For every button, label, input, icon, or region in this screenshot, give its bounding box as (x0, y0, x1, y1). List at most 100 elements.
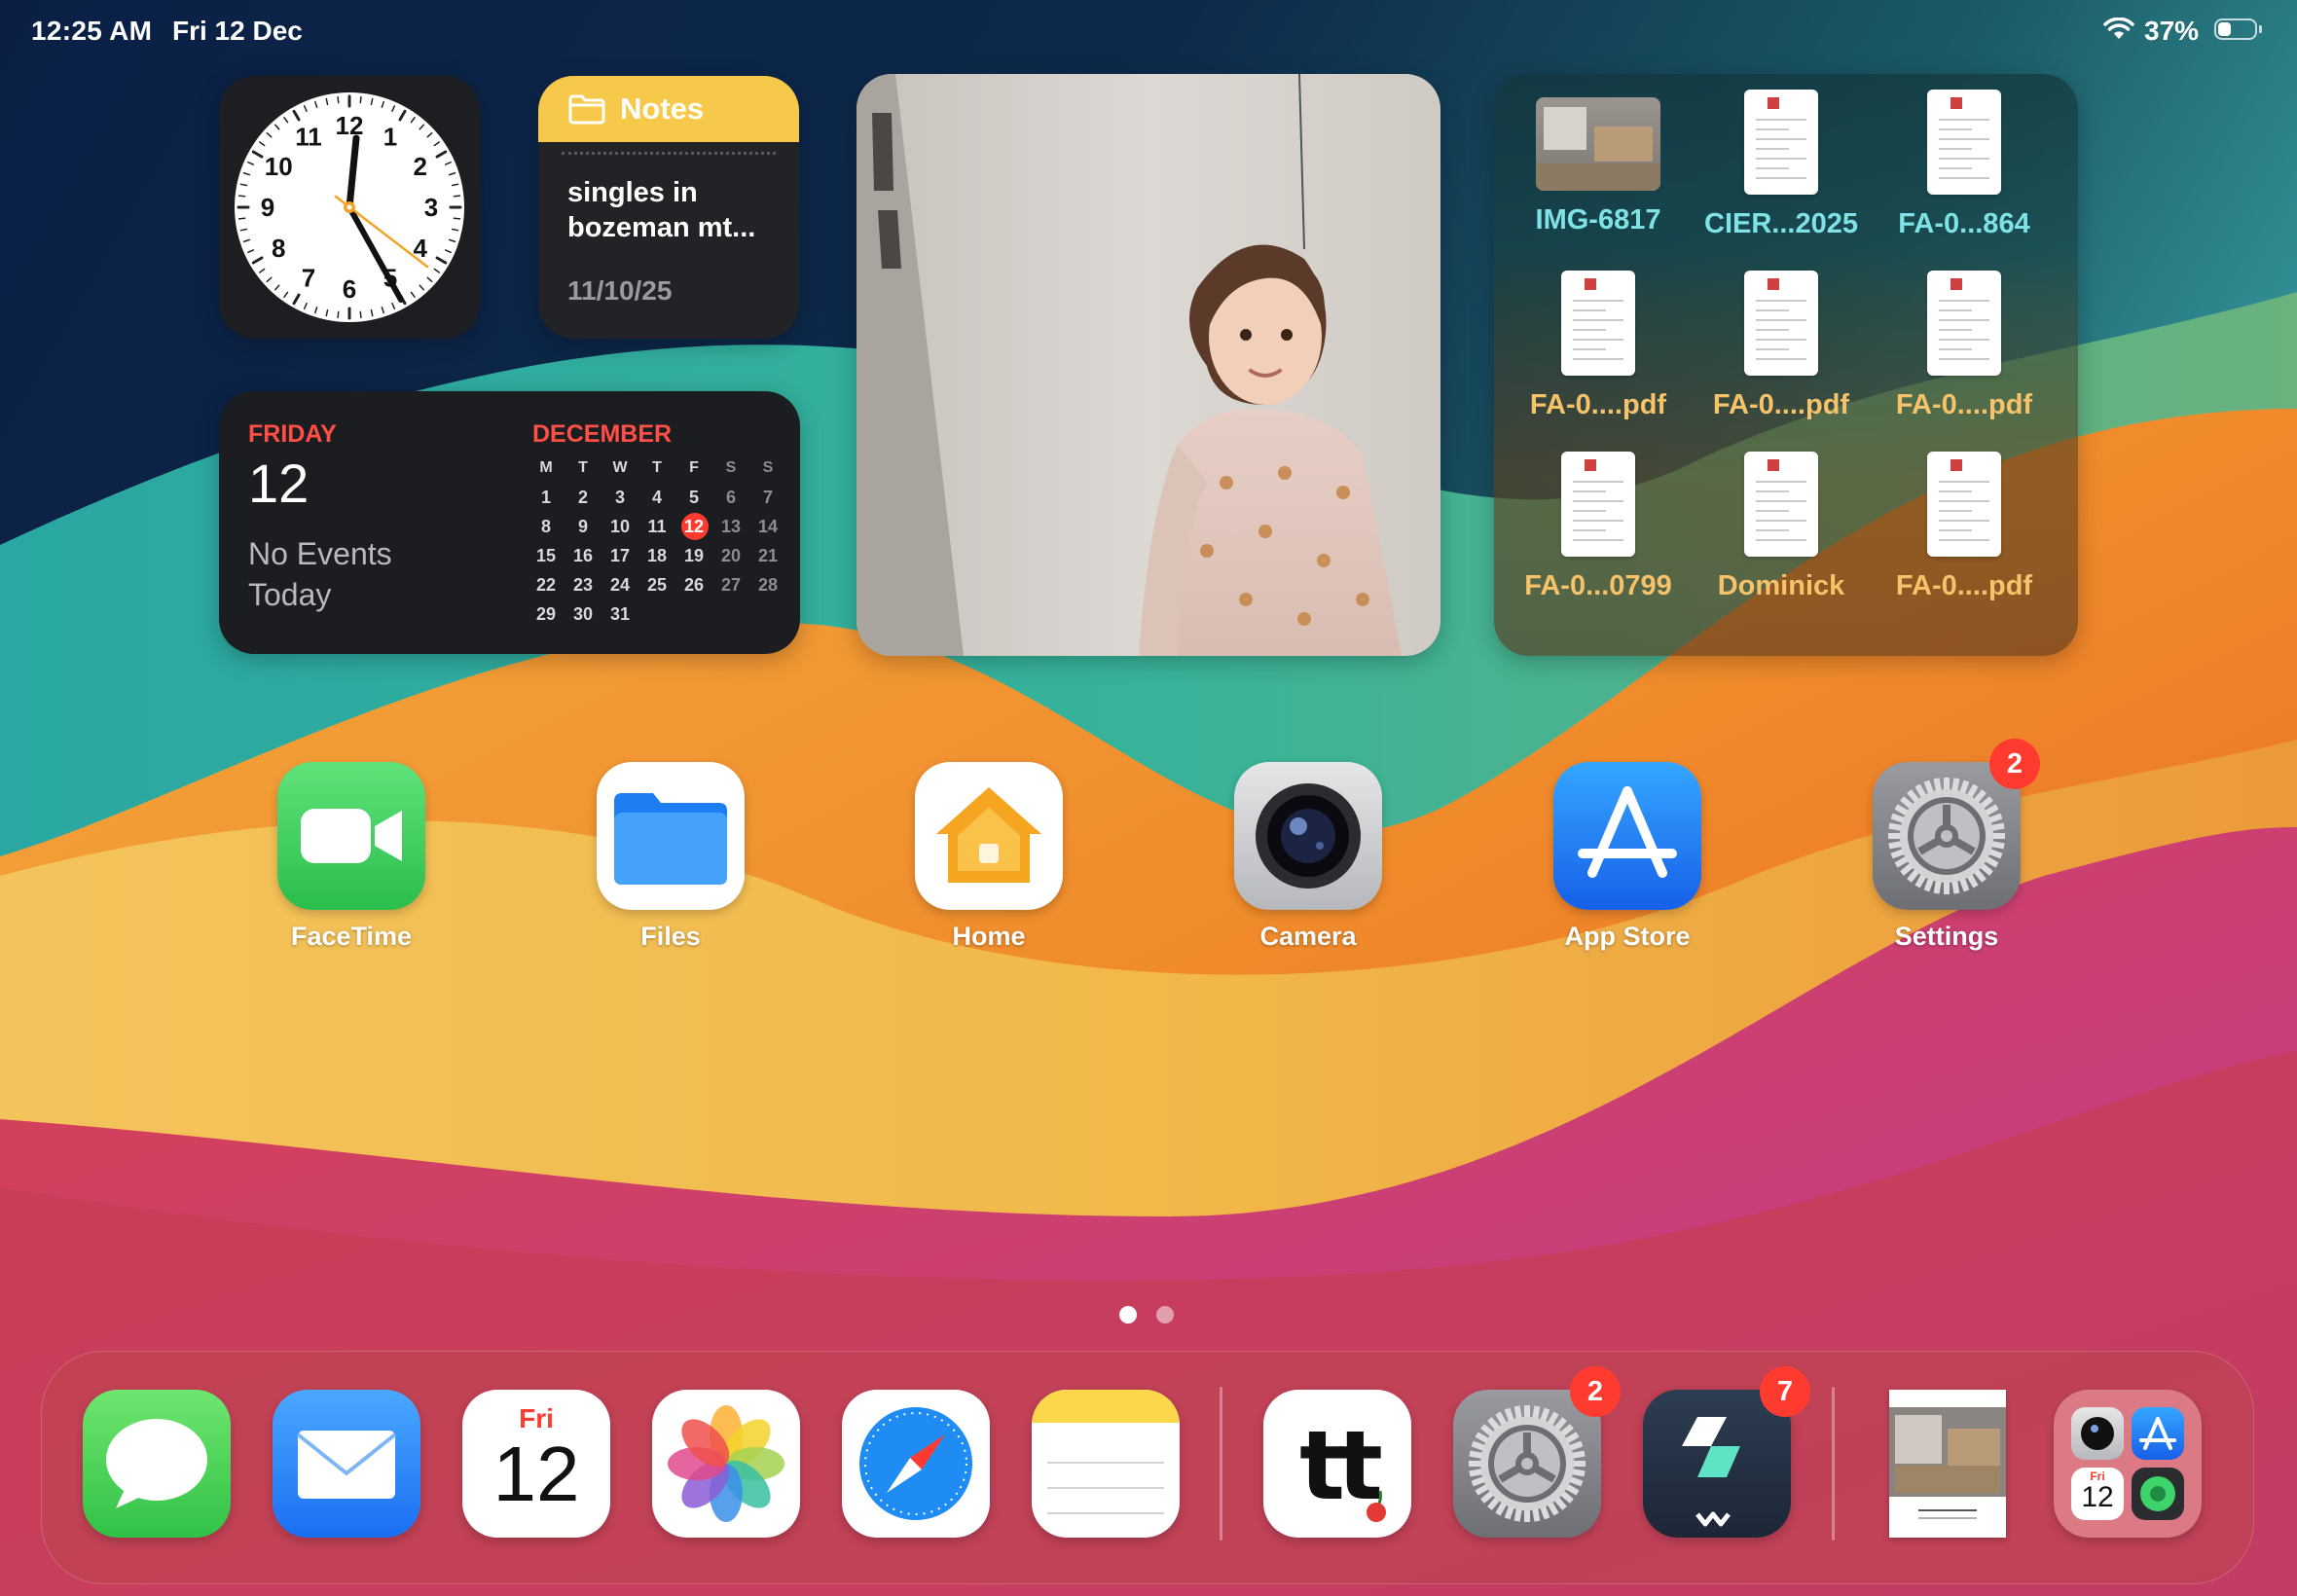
file-item[interactable]: Dominick (1689, 452, 1874, 602)
file-name: FA-0....pdf (1895, 570, 2033, 601)
dock-app-library[interactable]: Fri 12 (2054, 1390, 2202, 1538)
dock-calendar-date: 12 (492, 1431, 580, 1517)
file-item[interactable]: FA-0...0799 (1506, 452, 1691, 602)
files-widget[interactable]: IMG-6817 CIER...2025 FA-0...864 FA-0....pdf… (1494, 74, 2078, 656)
calendar-weekday-header: F (689, 459, 699, 476)
safari-compass-icon (842, 1390, 990, 1538)
mini-camera-icon (2071, 1407, 2124, 1460)
page-dot-2[interactable] (1156, 1306, 1174, 1324)
app-facetime[interactable]: FaceTime (277, 762, 425, 952)
dock-safari[interactable] (842, 1390, 990, 1538)
status-bar: 12:25 AM Fri 12 Dec 37% (0, 0, 2297, 62)
clock-widget[interactable]: 121234567891011 (219, 76, 480, 339)
dock-filmora[interactable]: 7 (1643, 1366, 1810, 1538)
notes-widget-header: Notes (538, 76, 799, 142)
folder-icon (568, 94, 605, 125)
clock-number: 2 (414, 152, 427, 181)
app-store-icon (1553, 762, 1701, 910)
file-name: IMG-6817 (1535, 204, 1661, 236)
app-label-settings: Settings (1894, 922, 1999, 951)
calendar-date-cell: 20 (720, 546, 742, 565)
dock-tt-app[interactable]: tt (1263, 1390, 1411, 1538)
calendar-date-cell: 22 (535, 575, 557, 595)
battery-fill (2218, 22, 2232, 36)
calendar-date-cell: 21 (757, 546, 779, 565)
app-files[interactable]: Files (597, 762, 745, 952)
clock-number: 10 (265, 152, 293, 181)
page-indicator[interactable] (1119, 1306, 1174, 1324)
battery-percent: 37% (2144, 16, 2200, 46)
home-icon (915, 762, 1063, 910)
mail-envelope-icon (273, 1390, 420, 1538)
dock-calendar[interactable]: Fri 12 (462, 1390, 610, 1538)
wifi-icon (2103, 18, 2134, 39)
app-app-store[interactable]: App Store (1553, 762, 1701, 952)
status-time: 12:25 AM (31, 16, 153, 46)
app-home[interactable]: Home (915, 762, 1063, 952)
app-label-app-store: App Store (1564, 922, 1691, 951)
photo-widget[interactable] (857, 74, 1440, 656)
app-settings[interactable]: 2 Settings (1873, 739, 2040, 952)
file-item[interactable]: CIER...2025 (1689, 90, 1874, 240)
calendar-date-cell: 2 (577, 488, 588, 507)
clock-number: 9 (261, 193, 274, 222)
calendar-month-grid: M T W T F S S 1 2 3 4 5 6 7 8 9 10 11 12 13 14 15 16 17 18 19 20 21… (528, 453, 790, 629)
facetime-icon (277, 762, 425, 910)
filmora-icon (1643, 1390, 1791, 1538)
status-date: Fri 12 Dec (172, 16, 303, 46)
app-camera[interactable]: Camera (1234, 762, 1382, 952)
clock-number: 6 (343, 274, 356, 304)
file-item[interactable]: FA-0....pdf (1872, 271, 2057, 421)
notes-icon (1032, 1390, 1180, 1538)
calendar-weekday-header: S (725, 459, 737, 476)
clock-number: 8 (272, 234, 285, 263)
calendar-date-cell: 17 (609, 546, 631, 565)
calendar-date-cell: 1 (540, 488, 551, 507)
calendar-date-cell: 26 (683, 575, 705, 595)
page-dot-1[interactable] (1119, 1306, 1137, 1324)
file-item[interactable]: FA-0....pdf (1872, 452, 2057, 602)
calendar-date-cell: 29 (535, 604, 557, 624)
clock-number: 7 (302, 264, 315, 293)
file-item[interactable]: FA-0...864 (1872, 90, 2057, 240)
calendar-date-cell: 30 (572, 604, 594, 624)
dock-notes[interactable] (1032, 1390, 1180, 1538)
calendar-date-cell: 25 (646, 575, 668, 595)
calendar-month: DECEMBER (532, 420, 673, 448)
no-events-line1: No Events (248, 536, 392, 571)
notes-widget-title: Notes (620, 91, 705, 126)
dock-settings[interactable]: 2 (1453, 1366, 1621, 1538)
calendar-widget[interactable]: FRIDAY 12 No Events Today DECEMBER MTWTF… (219, 391, 800, 654)
document-thumbnail-icon (1744, 271, 1818, 376)
dock-photos[interactable] (652, 1390, 800, 1538)
calendar-date-cell: 19 (683, 546, 705, 565)
file-name: CIER...2025 (1704, 208, 1858, 239)
calendar-weekday-header: S (762, 459, 774, 476)
mini-calendar-icon: Fri 12 (2071, 1468, 2124, 1520)
file-item[interactable]: FA-0....pdf (1506, 271, 1691, 421)
calendar-date-cell (712, 599, 749, 629)
notes-widget[interactable]: Notes singles in bozeman mt... 11/10/25 (538, 76, 799, 339)
document-thumbnail-icon (1927, 90, 2001, 195)
dock-recent-document[interactable] (1874, 1390, 2022, 1538)
calendar-weekday-header: M (539, 459, 553, 476)
document-thumbnail-icon (1927, 271, 2001, 376)
file-item[interactable]: IMG-6817 (1506, 90, 1691, 236)
file-name: FA-0....pdf (1529, 389, 1667, 420)
settings-gear-icon (1453, 1390, 1601, 1538)
file-name: FA-0....pdf (1712, 389, 1850, 420)
dock-settings-badge: 2 (1570, 1366, 1621, 1417)
dock-mail[interactable] (273, 1390, 420, 1538)
calendar-weekday-header: W (612, 459, 628, 476)
photo-thumbnail-icon (1536, 97, 1660, 191)
calendar-date-cell: 12 (675, 512, 712, 541)
mini-app-store-icon (2132, 1407, 2184, 1460)
calendar-no-events: No Events Today (248, 533, 443, 615)
file-item[interactable]: FA-0....pdf (1689, 271, 1874, 421)
document-thumbnail-icon (1744, 452, 1818, 557)
calendar-date-cell: 16 (572, 546, 594, 565)
calendar-date-cell: 3 (614, 488, 625, 507)
document-thumbnail-icon (1889, 1390, 2006, 1538)
mini-calendar-date: 12 (2081, 1481, 2114, 1513)
dock-messages[interactable] (83, 1390, 231, 1538)
